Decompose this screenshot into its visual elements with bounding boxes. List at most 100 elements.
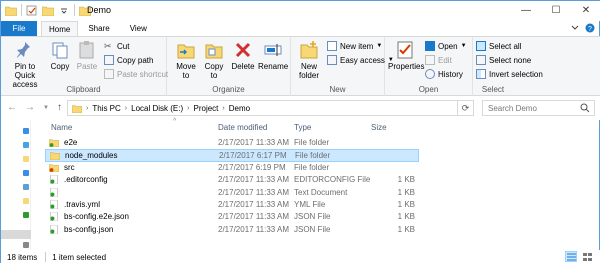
- navigation-pane[interactable]: [1, 120, 31, 250]
- file-row-e2e[interactable]: e2e 2/17/2017 11:33 AM File folder: [45, 137, 585, 149]
- properties-button[interactable]: Properties: [388, 40, 424, 71]
- address-bar-row: ← → ▼ ↑ › This PC › Local Disk (E:) › Pr…: [1, 96, 600, 120]
- copy-to-button[interactable]: Copy to: [201, 40, 227, 80]
- paste-shortcut-button[interactable]: Paste shortcut: [104, 69, 168, 79]
- column-header-type[interactable]: Type: [294, 123, 311, 132]
- nav-item-selected[interactable]: [1, 230, 31, 239]
- select-none-button[interactable]: Select none: [476, 55, 531, 65]
- forward-arrow-icon[interactable]: →: [25, 102, 35, 114]
- rename-icon: [264, 44, 282, 56]
- window-title: Demo: [87, 5, 112, 15]
- paste-button[interactable]: Paste: [75, 40, 99, 71]
- help-icon[interactable]: ?: [585, 23, 595, 33]
- history-button[interactable]: History: [425, 69, 463, 79]
- file-icon: [50, 187, 58, 197]
- copy-path-icon: [104, 55, 114, 65]
- breadcrumb-demo[interactable]: Demo: [229, 104, 250, 113]
- new-folder-button[interactable]: New folder: [295, 40, 323, 80]
- dropdown-arrow-icon: ▼: [376, 43, 383, 49]
- chevron-down-icon[interactable]: [571, 24, 579, 32]
- cut-button[interactable]: ✂ Cut: [104, 41, 129, 51]
- nav-item-icon[interactable]: [23, 142, 29, 148]
- select-all-button[interactable]: Select all: [476, 41, 521, 51]
- file-row-editorconfig[interactable]: .editorconfig 2/17/2017 11:33 AM EDITORC…: [45, 174, 585, 186]
- tab-home[interactable]: Home: [41, 21, 79, 36]
- search-input[interactable]: Search Demo: [482, 100, 595, 116]
- nav-item-icon[interactable]: [23, 128, 29, 134]
- nav-item-icon[interactable]: [23, 184, 29, 190]
- organize-group: Move to Copy to Delete Rename Organize: [167, 37, 291, 96]
- paste-shortcut-icon: [104, 69, 114, 79]
- file-name: node_modules: [65, 151, 118, 161]
- file-date: 2/17/2017 6:19 PM: [218, 162, 286, 172]
- open-icon: [425, 41, 435, 51]
- easy-access-button[interactable]: Easy access ▼: [327, 55, 394, 65]
- file-size: 1 KB: [397, 187, 415, 197]
- address-bar[interactable]: › This PC › Local Disk (E:) › Project › …: [67, 100, 474, 116]
- chevron-down-icon[interactable]: [58, 5, 70, 16]
- file-row-gitignore[interactable]: 2/17/2017 11:33 AM Text Document 1 KB: [45, 187, 585, 199]
- new-folder-icon: [300, 41, 318, 59]
- minimize-button[interactable]: —: [511, 1, 541, 19]
- tab-view[interactable]: View: [120, 21, 157, 36]
- new-item-button[interactable]: New item ▼: [327, 41, 382, 51]
- breadcrumb-local-disk[interactable]: Local Disk (E:): [131, 104, 183, 113]
- file-row-bs-config-e2e[interactable]: bs-config.e2e.json 2/17/2017 11:33 AM JS…: [45, 211, 585, 223]
- back-arrow-icon[interactable]: ←: [7, 102, 17, 114]
- invert-selection-button[interactable]: Invert selection: [476, 69, 543, 79]
- file-row-travis-yml[interactable]: .travis.yml 2/17/2017 11:33 AM YML File …: [45, 199, 585, 211]
- nav-item-icon[interactable]: [23, 170, 29, 176]
- copy-button[interactable]: Copy: [49, 40, 71, 71]
- file-date: 2/17/2017 11:33 AM: [218, 175, 290, 185]
- breadcrumb-this-pc[interactable]: This PC: [92, 104, 120, 113]
- properties-icon[interactable]: [26, 5, 38, 16]
- nav-item-icon[interactable]: [23, 198, 29, 204]
- close-button[interactable]: ✕: [571, 1, 600, 19]
- file-row-src[interactable]: src 2/17/2017 6:19 PM File folder: [45, 162, 585, 174]
- chevron-down-icon[interactable]: ▼: [43, 102, 49, 114]
- folder-icon: [5, 6, 17, 16]
- column-header-date[interactable]: Date modified: [218, 123, 267, 132]
- select-all-icon: [476, 41, 486, 51]
- tab-file[interactable]: File: [1, 21, 37, 36]
- file-type: EDITORCONFIG File: [294, 175, 371, 185]
- tab-share[interactable]: Share: [78, 21, 119, 36]
- divider: [74, 4, 75, 16]
- ribbon-help-area: ?: [571, 23, 595, 33]
- file-size: 1 KB: [397, 212, 415, 222]
- file-row-bs-config[interactable]: bs-config.json 2/17/2017 11:33 AM JSON F…: [45, 224, 585, 236]
- file-row-node-modules[interactable]: node_modules 2/17/2017 6:17 PM File fold…: [45, 149, 419, 162]
- new-folder-icon[interactable]: [42, 5, 54, 16]
- dropdown-arrow-icon: ▼: [460, 43, 467, 49]
- delete-button[interactable]: Delete: [231, 40, 255, 71]
- column-header-size[interactable]: Size: [371, 123, 387, 132]
- open-button[interactable]: Open ▼: [425, 41, 467, 51]
- organize-group-label: Organize: [212, 85, 245, 94]
- file-type: JSON File: [294, 212, 331, 222]
- pin-to-quick-access-button[interactable]: Pin to Quick access: [4, 40, 46, 89]
- new-group-label: New: [329, 85, 346, 94]
- copy-path-button[interactable]: Copy path: [104, 55, 153, 65]
- refresh-button[interactable]: ⟳: [457, 101, 473, 115]
- divider: [21, 4, 22, 16]
- nav-item-icon[interactable]: [23, 212, 29, 218]
- file-type: File folder: [295, 151, 331, 161]
- file-size: 1 KB: [397, 224, 415, 234]
- new-group: New folder New item ▼ Easy access ▼ New: [291, 37, 394, 96]
- nav-item-icon[interactable]: [23, 156, 29, 162]
- column-header-name[interactable]: Name: [51, 123, 72, 132]
- breadcrumb-project[interactable]: Project: [194, 104, 219, 113]
- rename-button[interactable]: Rename: [258, 40, 288, 71]
- nav-item-icon[interactable]: [23, 242, 29, 248]
- details-view-button[interactable]: [565, 251, 577, 262]
- maximize-button[interactable]: ☐: [541, 1, 571, 19]
- up-arrow-icon[interactable]: ↑: [57, 102, 62, 114]
- edit-button[interactable]: Edit: [425, 55, 452, 65]
- large-icons-view-button[interactable]: [581, 251, 593, 262]
- file-date: 2/17/2017 6:17 PM: [219, 151, 287, 161]
- move-to-button[interactable]: Move to: [173, 40, 199, 80]
- file-name: bs-config.json: [64, 224, 114, 234]
- vertical-scrollbar[interactable]: [586, 120, 599, 250]
- paste-icon: [79, 41, 94, 59]
- folder-icon: [72, 104, 82, 113]
